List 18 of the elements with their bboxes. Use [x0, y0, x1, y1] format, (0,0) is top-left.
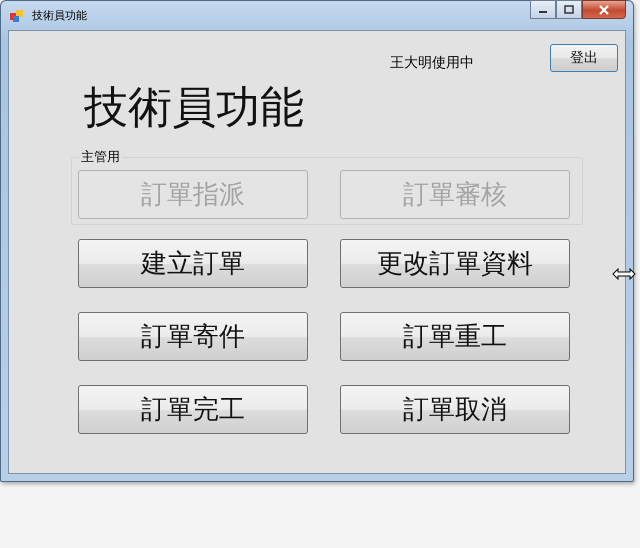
- logout-button[interactable]: 登出: [550, 44, 618, 72]
- resize-cursor-icon: [612, 268, 636, 280]
- group-label: 主管用: [80, 149, 121, 166]
- function-button[interactable]: 訂單寄件: [78, 312, 308, 361]
- app-icon: [10, 8, 24, 22]
- minimize-button[interactable]: [530, 0, 556, 19]
- maximize-icon: [564, 5, 574, 14]
- function-button[interactable]: 訂單重工: [340, 312, 570, 361]
- window-title: 技術員功能: [32, 8, 87, 23]
- function-button[interactable]: 訂單完工: [78, 385, 308, 434]
- function-button[interactable]: 更改訂單資料: [340, 239, 570, 288]
- close-icon: [598, 4, 610, 14]
- page-heading: 技術員功能: [84, 81, 305, 135]
- maximize-button[interactable]: [556, 0, 582, 19]
- user-status-label: 王大明使用中: [390, 54, 474, 72]
- function-button[interactable]: 訂單取消: [340, 385, 570, 434]
- close-button[interactable]: [582, 0, 626, 19]
- function-button[interactable]: 建立訂單: [78, 239, 308, 288]
